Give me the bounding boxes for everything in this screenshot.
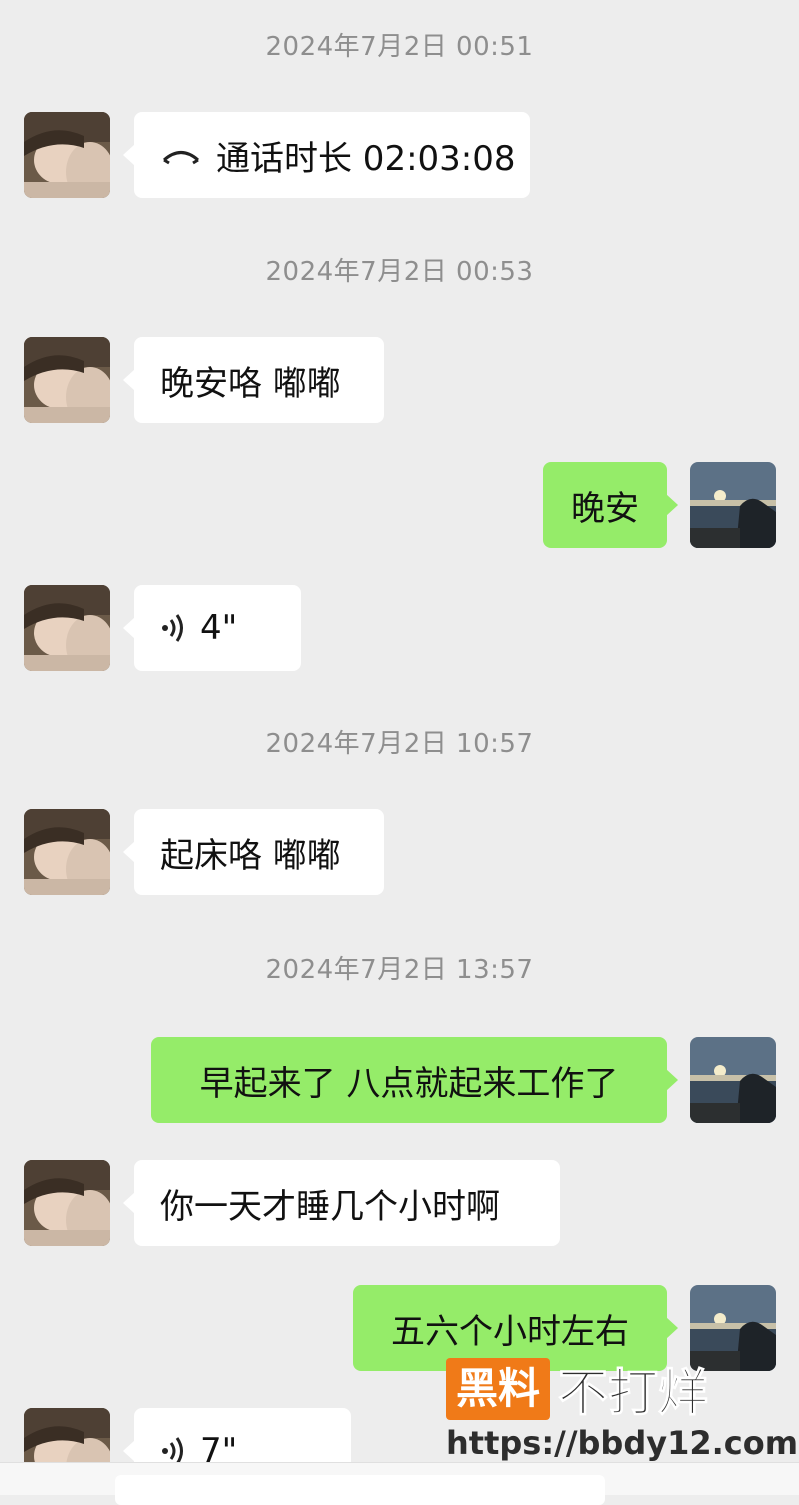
self-avatar[interactable] — [690, 1037, 776, 1123]
timestamp: 2024年7月2日 00:53 — [265, 257, 534, 287]
voice-icon — [160, 613, 186, 643]
message-bubble-outgoing[interactable]: 早起来了 八点就起来工作了 — [151, 1037, 678, 1123]
watermark-logo: 黑料 不打烊 — [446, 1358, 709, 1423]
message-bubble-incoming[interactable]: 晚安咯 嘟嘟 — [123, 337, 384, 423]
timestamp: 2024年7月2日 13:57 — [265, 955, 534, 985]
contact-avatar[interactable] — [24, 1160, 110, 1246]
message-bubble-outgoing[interactable]: 晚安 — [543, 462, 678, 548]
message-input[interactable] — [115, 1475, 605, 1505]
message-bubble-incoming[interactable]: 你一天才睡几个小时啊 — [123, 1160, 560, 1246]
contact-avatar[interactable] — [24, 337, 110, 423]
call-duration-text: 通话时长 02:03:08 — [216, 138, 516, 179]
contact-avatar[interactable] — [24, 585, 110, 671]
watermark-url: https://bbdy12.com — [446, 1424, 799, 1462]
timestamp: 2024年7月2日 00:51 — [265, 32, 534, 62]
voice-message-bubble[interactable]: 4" — [123, 585, 301, 671]
voice-duration: 4" — [200, 608, 238, 648]
phone-hangup-icon — [160, 143, 202, 167]
self-avatar[interactable] — [690, 462, 776, 548]
contact-avatar[interactable] — [24, 112, 110, 198]
call-duration-bubble[interactable]: 通话时长 02:03:08 — [123, 112, 530, 198]
contact-avatar[interactable] — [24, 809, 110, 895]
message-bubble-incoming[interactable]: 起床咯 嘟嘟 — [123, 809, 384, 895]
timestamp: 2024年7月2日 10:57 — [265, 729, 534, 759]
watermark-highlight: 黑料 — [446, 1358, 551, 1420]
input-bar — [0, 1462, 799, 1505]
watermark-text: 不打烊 — [558, 1364, 709, 1423]
